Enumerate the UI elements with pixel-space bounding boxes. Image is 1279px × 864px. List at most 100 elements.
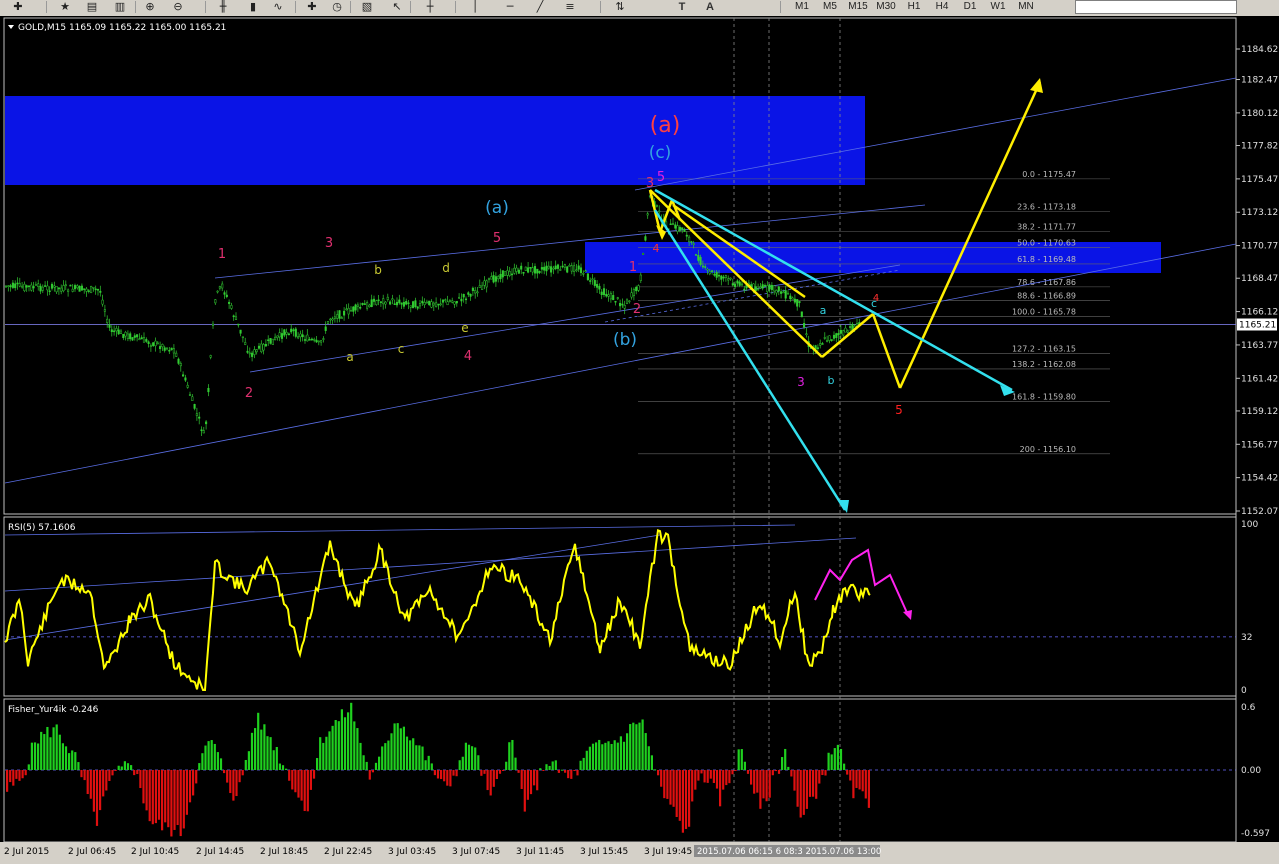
candle-body (784, 290, 787, 299)
candle-body (727, 278, 730, 281)
candle-body (276, 335, 279, 338)
fisher-bar (827, 752, 830, 770)
favorites-icon[interactable]: ★ (55, 0, 75, 14)
zoom-in-icon[interactable]: ⊕ (140, 0, 160, 14)
candle-body (27, 285, 31, 288)
candle-body (170, 347, 173, 351)
candle-body (435, 302, 438, 308)
fibonacci-icon[interactable]: ≡ (560, 0, 580, 14)
candle-body (269, 337, 272, 344)
timeframe-m1[interactable]: M1 (789, 0, 815, 14)
candle-body (402, 301, 405, 307)
fisher-bar (526, 770, 529, 800)
timeframe-w1[interactable]: W1 (985, 0, 1011, 14)
candle-body (448, 300, 451, 302)
fisher-bar (167, 770, 170, 828)
timeframe-m15[interactable]: M15 (845, 0, 871, 14)
timeframe-m30[interactable]: M30 (873, 0, 899, 14)
fisher-tick-label: 0.6 (1241, 703, 1256, 713)
profiles-icon[interactable]: ▥ (110, 0, 130, 14)
fisher-bar (536, 770, 539, 791)
text-tool-button[interactable]: T (672, 0, 692, 14)
candle-body (349, 309, 353, 312)
candle-body (566, 266, 569, 273)
timeframe-m5[interactable]: M5 (817, 0, 843, 14)
zoom-out-icon[interactable]: ⊖ (168, 0, 188, 14)
candle-body (713, 273, 716, 276)
candle-body (331, 318, 334, 321)
fisher-bar (421, 746, 424, 770)
fib-level-label: 161.8 - 1159.80 (1012, 392, 1076, 401)
candle-body (596, 284, 599, 288)
candle-body (800, 311, 803, 318)
trendline-icon[interactable]: ╱ (530, 0, 550, 14)
pane-menu-icon[interactable] (8, 25, 14, 29)
candle-body (441, 299, 445, 303)
fisher-bar (68, 753, 71, 770)
rsi-trendline (4, 524, 796, 536)
fisher-bar (114, 770, 117, 771)
fisher-bar (64, 746, 68, 770)
text-label-tool-button[interactable]: A (700, 0, 720, 14)
fisher-bar (657, 770, 660, 776)
candle-body (299, 333, 302, 338)
candle-body (789, 295, 792, 300)
wave-label: d (442, 261, 450, 275)
timeframe-d1[interactable]: D1 (957, 0, 983, 14)
candle-body (257, 345, 261, 349)
fisher-bar (781, 757, 784, 770)
candle-body (839, 330, 842, 334)
candle-body (53, 285, 56, 288)
vertical-line-icon[interactable]: │ (465, 0, 485, 14)
candle-body (361, 303, 364, 305)
arrows-icon[interactable]: ⇅ (610, 0, 630, 14)
timeframe-h1[interactable]: H1 (901, 0, 927, 14)
crosshair-icon[interactable]: ┼ (420, 0, 440, 14)
fisher-bar (179, 770, 182, 837)
fisher-bar (477, 755, 480, 770)
chart-canvas[interactable]: 1184.62 1182.47 1180.12 1177.82 1175.47 1173.… (0, 16, 1279, 864)
candle-body (200, 429, 203, 431)
candle-body (775, 290, 778, 294)
fisher-bar (161, 770, 164, 831)
templates-dropdown-icon[interactable]: ▧ (357, 0, 377, 14)
candle-body (232, 315, 235, 318)
horizontal-line-icon[interactable]: ─ (500, 0, 520, 14)
periods-icon[interactable]: ◷ (327, 0, 347, 14)
chart-window[interactable]: 1184.62 1182.47 1180.12 1177.82 1175.47 1173.… (0, 16, 1279, 864)
chart-bars-icon[interactable]: ╫ (213, 0, 233, 14)
candle-body (577, 265, 580, 270)
candle-body (41, 286, 44, 291)
fisher-bar (498, 770, 502, 774)
candle-body (711, 270, 714, 272)
chart-candles-icon[interactable]: ▮ (243, 0, 263, 14)
candle-body (133, 335, 136, 338)
new-order-icon[interactable]: ✚ (8, 0, 28, 14)
timeframe-h4[interactable]: H4 (929, 0, 955, 14)
candle-body (699, 256, 702, 265)
candle-body (524, 266, 527, 271)
candle-body (490, 276, 493, 280)
cursor-icon[interactable]: ↖ (387, 0, 407, 14)
fisher-bar (405, 736, 409, 770)
fisher-bar (226, 770, 229, 783)
candle-body (598, 285, 601, 290)
candle-body (591, 278, 594, 281)
fisher-bar (61, 743, 64, 770)
search-input[interactable] (1075, 0, 1237, 14)
indicators-icon[interactable]: ✚ (302, 0, 322, 14)
candle-body (586, 273, 589, 280)
fisher-bar (855, 770, 858, 788)
timeframe-mn[interactable]: MN (1013, 0, 1039, 14)
fisher-bar (771, 770, 774, 776)
chart-line-icon[interactable]: ∿ (268, 0, 288, 14)
candle-body (487, 278, 491, 280)
candle-body (644, 236, 647, 241)
candle-body (766, 285, 769, 293)
trend-channel-line (604, 269, 901, 323)
fisher-bar (557, 770, 560, 773)
candle-body (294, 328, 297, 337)
templates-icon[interactable]: ▤ (82, 0, 102, 14)
fisher-bar (58, 734, 61, 770)
fisher-bar (461, 756, 464, 770)
